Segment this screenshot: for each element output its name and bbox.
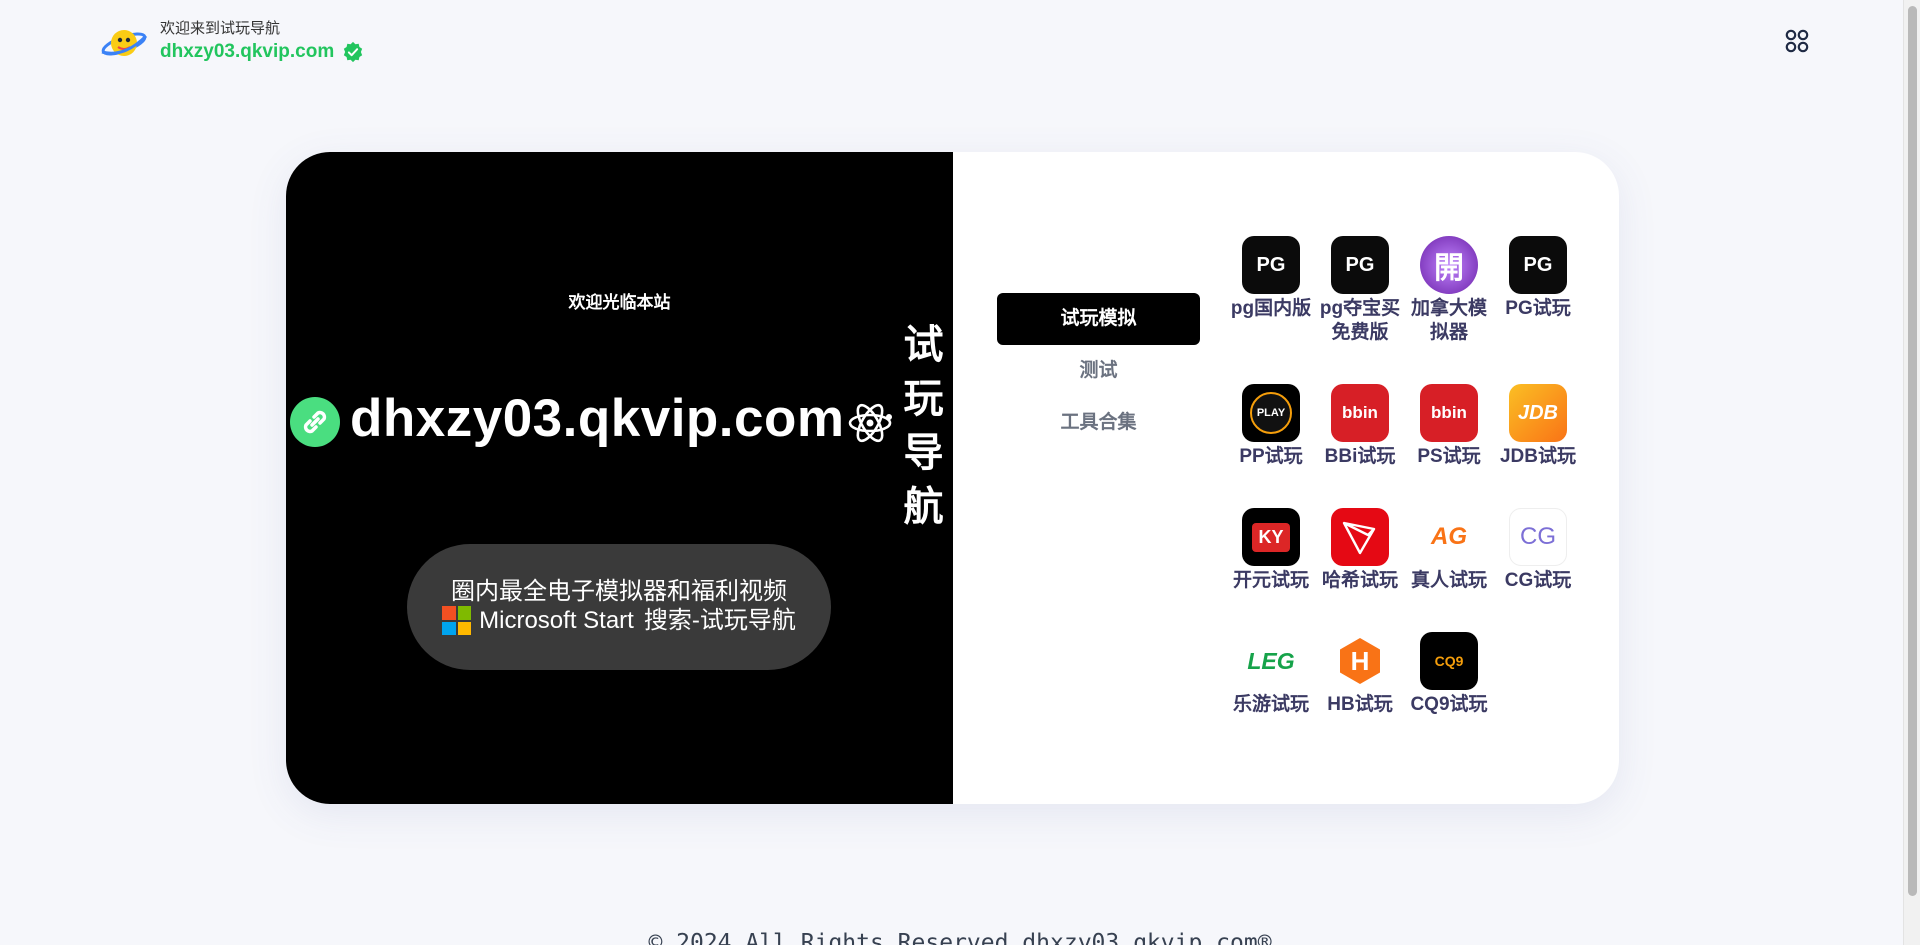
game-tile[interactable]: PLAY PP试玩 <box>1226 384 1316 469</box>
vertical-title-char: 试 <box>903 323 944 367</box>
atom-icon <box>848 403 892 443</box>
pg-icon: PG <box>1242 236 1300 294</box>
menu-item-tools[interactable]: 工具合集 <box>997 397 1200 449</box>
leg-icon: LEG <box>1242 632 1300 690</box>
verified-badge-icon <box>344 41 363 63</box>
pg-icon: PG <box>1509 236 1567 294</box>
brand-block: 欢迎来到试玩导航 dhxzy03.qkvip.com <box>160 19 364 65</box>
bbin-icon: bbin <box>1420 384 1478 442</box>
microsoft-logo-icon <box>442 606 472 635</box>
game-label: 哈希试玩 <box>1321 570 1398 591</box>
game-tile[interactable]: PG PG试玩 <box>1493 236 1583 321</box>
game-tile[interactable]: CG CG试玩 <box>1493 508 1583 593</box>
game-label: PG试玩 <box>1505 298 1571 319</box>
jdb-icon: JDB <box>1509 384 1567 442</box>
page-scrollbar[interactable] <box>1903 0 1920 945</box>
hero-panel: 欢迎光临本站 dhxzy03.qkvip.com 试 玩 导 航 圈内最全电子模… <box>286 152 953 804</box>
game-label: pg国内版 <box>1230 298 1312 319</box>
game-label: 开元试玩 <box>1232 570 1309 591</box>
header-domain-row: dhxzy03.qkvip.com <box>160 39 364 65</box>
ag-icon: AG <box>1420 508 1478 566</box>
search-hint-label: 搜索-试玩导航 <box>643 607 796 634</box>
ky-badge: KY <box>1252 522 1290 552</box>
hb-icon: H <box>1331 632 1389 690</box>
game-tile[interactable]: bbin BBi试玩 <box>1315 384 1405 469</box>
hb-hex: H <box>1340 638 1380 684</box>
header-domain[interactable]: dhxzy03.qkvip.com <box>160 39 334 65</box>
vertical-title-char: 玩 <box>903 377 944 421</box>
game-tile[interactable]: bbin PS试玩 <box>1404 384 1494 469</box>
pp-play-icon: PLAY <box>1242 384 1300 442</box>
game-label: 真人试玩 <box>1410 570 1487 591</box>
menu-item-trial-sim[interactable]: 试玩模拟 <box>997 293 1200 345</box>
microsoft-start-label: Microsoft Start <box>479 607 634 634</box>
tron-logo-icon <box>1342 521 1376 555</box>
footer-copyright: © 2024 All Rights Reserved dhxzy03.qkvip… <box>648 930 1272 945</box>
cg-icon: CG <box>1509 508 1567 566</box>
game-label: PP试玩 <box>1239 446 1303 467</box>
pp-badge: PLAY <box>1250 392 1292 434</box>
cq9-icon: CQ9 <box>1420 632 1478 690</box>
pg-icon: PG <box>1331 236 1389 294</box>
ky-icon: KY <box>1242 508 1300 566</box>
hero-domain[interactable]: dhxzy03.qkvip.com <box>350 388 845 449</box>
scrollbar-thumb[interactable] <box>1908 6 1917 896</box>
hero-welcome-text: 欢迎光临本站 <box>568 293 671 312</box>
game-tile[interactable]: 開 加拿大模拟器 <box>1404 236 1494 345</box>
tron-icon <box>1331 508 1389 566</box>
game-tile[interactable]: 哈希试玩 <box>1315 508 1405 593</box>
game-tile[interactable]: H HB试玩 <box>1315 632 1405 717</box>
bbin-icon: bbin <box>1331 384 1389 442</box>
game-label: HB试玩 <box>1327 694 1393 715</box>
menu-item-test[interactable]: 测试 <box>997 345 1200 397</box>
game-label: pg夺宝买免费版 <box>1319 298 1401 343</box>
game-label: CG试玩 <box>1504 570 1572 591</box>
game-label: BBi试玩 <box>1324 446 1396 467</box>
header-welcome-text: 欢迎来到试玩导航 <box>160 20 281 37</box>
game-label: 乐游试玩 <box>1232 694 1309 715</box>
game-label: PS试玩 <box>1417 446 1481 467</box>
promo-line-1: 圈内最全电子模拟器和福利视频 <box>451 578 787 605</box>
game-tile[interactable]: PG pg国内版 <box>1226 236 1316 321</box>
search-promo-pill[interactable]: 圈内最全电子模拟器和福利视频 Microsoft Start 搜索-试玩导航 <box>407 544 831 670</box>
site-header: 欢迎来到试玩导航 dhxzy03.qkvip.com <box>100 18 364 66</box>
game-tile[interactable]: LEG 乐游试玩 <box>1226 632 1316 717</box>
canada-emulator-icon: 開 <box>1420 236 1478 294</box>
page: 欢迎来到试玩导航 dhxzy03.qkvip.com 欢迎光临本站 dhxzy0… <box>0 0 1920 945</box>
game-tile[interactable]: AG 真人试玩 <box>1404 508 1494 593</box>
promo-line-2: Microsoft Start 搜索-试玩导航 <box>407 606 831 635</box>
vertical-site-title: 试 玩 导 航 <box>896 318 951 534</box>
game-label: CQ9试玩 <box>1410 694 1488 715</box>
planet-logo-icon <box>101 30 148 56</box>
apps-grid-icon[interactable] <box>1784 28 1810 54</box>
main-card: 欢迎光临本站 dhxzy03.qkvip.com 试 玩 导 航 圈内最全电子模… <box>286 152 1619 804</box>
vertical-title-char: 导 <box>903 431 944 475</box>
game-label: JDB试玩 <box>1499 446 1576 467</box>
game-tile[interactable]: JDB JDB试玩 <box>1493 384 1583 469</box>
ag-text: AG <box>1431 523 1467 550</box>
vertical-title-char: 航 <box>903 485 944 529</box>
game-tile[interactable]: PG pg夺宝买免费版 <box>1315 236 1405 345</box>
game-label: 加拿大模拟器 <box>1410 298 1487 343</box>
category-menu: 试玩模拟 测试 工具合集 <box>997 293 1200 449</box>
link-icon <box>290 397 340 447</box>
game-tile[interactable]: KY 开元试玩 <box>1226 508 1316 593</box>
game-tile[interactable]: CQ9 CQ9试玩 <box>1404 632 1494 717</box>
